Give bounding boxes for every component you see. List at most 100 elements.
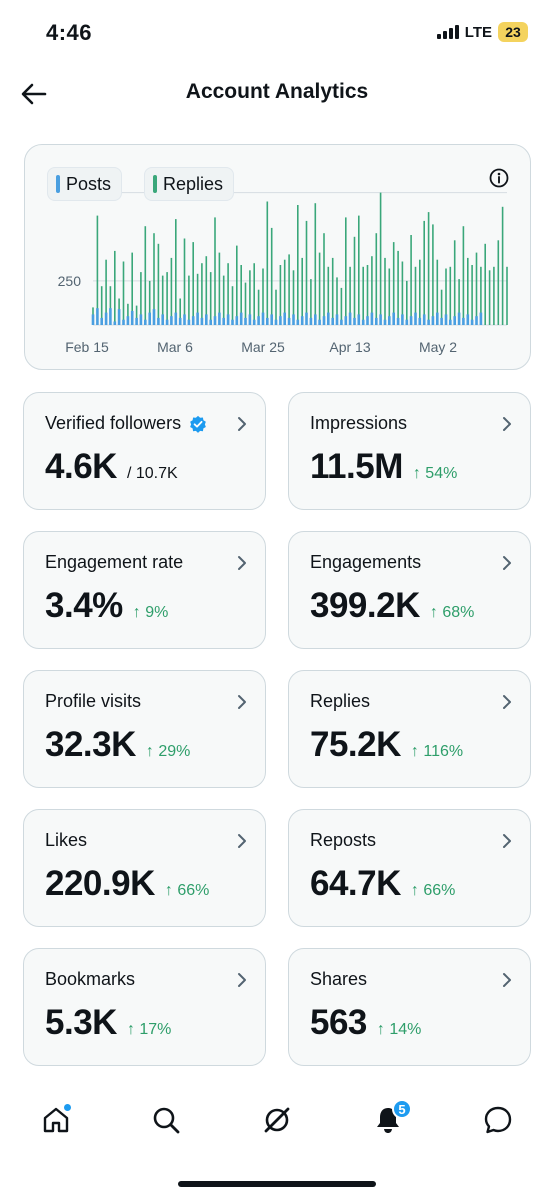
metric-change: ↑ 66% — [410, 882, 456, 899]
posts-bar — [340, 319, 343, 325]
posts-bar — [122, 319, 125, 325]
metric-card-verified-followers[interactable]: Verified followers 4.6K / 10.7K — [23, 392, 266, 510]
posts-bar — [314, 314, 317, 325]
chevron-right-icon — [503, 417, 511, 431]
legend-label-replies: Replies — [163, 173, 224, 194]
x-tick-label: Mar 25 — [241, 339, 285, 355]
legend-replies[interactable]: Replies — [144, 167, 235, 201]
posts-bar — [96, 308, 99, 325]
metric-value: 3.4% — [45, 586, 123, 625]
posts-bar — [444, 314, 448, 325]
x-tick-label: Mar 6 — [157, 339, 193, 355]
posts-bar — [405, 319, 409, 325]
posts-bar — [348, 312, 352, 325]
posts-bar — [383, 319, 387, 325]
metric-label: Engagements — [310, 552, 422, 572]
posts-bar — [427, 319, 430, 325]
posts-bar — [178, 317, 182, 325]
metric-label: Replies — [310, 691, 371, 711]
metric-value: 220.9K — [45, 864, 155, 903]
activity-chart-card: 750250 Posts Replies Feb 15Mar 6Mar 25Ap… — [24, 144, 531, 370]
metric-card-engagements[interactable]: Engagements 399.2K ↑ 68% — [288, 531, 531, 649]
posts-bar — [470, 319, 474, 325]
posts-bar — [396, 317, 400, 325]
posts-bar — [414, 312, 417, 325]
metric-change: ↑ 54% — [412, 465, 458, 482]
info-icon[interactable] — [488, 167, 510, 189]
metric-value: 5.3K — [45, 1003, 117, 1042]
posts-bar — [361, 319, 365, 325]
posts-bar — [279, 316, 282, 325]
chart-legend: Posts Replies — [47, 167, 235, 201]
metric-value-row: 64.7K ↑ 66% — [310, 864, 455, 904]
metric-value-row: 563 ↑ 14% — [310, 1003, 421, 1043]
posts-bar — [100, 317, 103, 325]
posts-bar — [226, 314, 230, 325]
x-tick-label: Apr 13 — [329, 339, 371, 355]
posts-bar — [117, 309, 121, 325]
tab-messages[interactable] — [470, 1090, 526, 1150]
posts-bar — [322, 316, 326, 325]
posts-bar — [401, 314, 404, 325]
metric-card-replies[interactable]: Replies 75.2K ↑ 116% — [288, 670, 531, 788]
posts-bar — [466, 314, 470, 325]
metric-card-profile-visits[interactable]: Profile visits 32.3K ↑ 29% — [23, 670, 266, 788]
status-time: 4:46 — [46, 20, 93, 45]
metric-value: 11.5M — [310, 447, 403, 486]
posts-bar — [135, 317, 138, 325]
metric-value: 75.2K — [310, 725, 401, 764]
tab-notifications[interactable]: 5 — [360, 1090, 416, 1150]
metric-label: Verified followers — [45, 413, 182, 433]
tab-grok[interactable] — [249, 1090, 305, 1150]
metric-label-row: Impressions — [310, 413, 407, 434]
posts-bar — [309, 317, 313, 325]
posts-bar — [174, 312, 178, 325]
metric-change: ↑ 68% — [429, 604, 475, 621]
posts-bar — [222, 317, 225, 325]
battery-icon: 23 — [498, 22, 528, 42]
x-tick-label: May 2 — [418, 339, 458, 355]
posts-bar — [300, 316, 304, 325]
metric-value-row: 4.6K / 10.7K — [45, 447, 178, 487]
metric-label-row: Profile visits — [45, 691, 141, 712]
grok-icon — [264, 1107, 290, 1133]
posts-bar — [170, 316, 173, 325]
posts-bar — [91, 314, 95, 325]
metric-card-impressions[interactable]: Impressions 11.5M ↑ 54% — [288, 392, 531, 510]
legend-swatch-replies — [153, 175, 158, 193]
posts-bar — [139, 314, 143, 325]
metric-card-bookmarks[interactable]: Bookmarks 5.3K ↑ 17% — [23, 948, 266, 1066]
posts-bar — [231, 319, 234, 325]
verified-badge-icon — [190, 415, 206, 433]
tab-home[interactable] — [28, 1090, 84, 1150]
legend-posts[interactable]: Posts — [47, 167, 123, 201]
metric-card-reposts[interactable]: Reposts 64.7K ↑ 66% — [288, 809, 531, 927]
metric-change: ↑ 17% — [126, 1021, 172, 1038]
metric-label-row: Reposts — [310, 830, 376, 851]
chevron-right-icon — [503, 834, 511, 848]
posts-bar — [148, 312, 151, 325]
posts-bar — [165, 319, 169, 325]
metric-card-engagement-rate[interactable]: Engagement rate 3.4% ↑ 9% — [23, 531, 266, 649]
metric-change: ↑ 9% — [132, 604, 169, 621]
messages-icon — [484, 1106, 512, 1134]
posts-bar — [287, 317, 291, 325]
metric-label: Reposts — [310, 830, 377, 850]
metric-card-shares[interactable]: Shares 563 ↑ 14% — [288, 948, 531, 1066]
posts-bar — [213, 316, 217, 325]
metric-value-row: 75.2K ↑ 116% — [310, 725, 463, 765]
posts-bar — [370, 312, 374, 325]
posts-bar — [218, 312, 221, 325]
posts-bar — [449, 319, 452, 325]
posts-bar — [126, 316, 130, 325]
posts-bar — [344, 316, 348, 325]
posts-bar — [440, 317, 443, 325]
metric-value: 563 — [310, 1003, 367, 1042]
posts-bar — [205, 314, 208, 325]
posts-bar — [292, 314, 295, 325]
metric-card-likes[interactable]: Likes 220.9K ↑ 66% — [23, 809, 266, 927]
tab-search[interactable] — [138, 1090, 194, 1150]
posts-bar — [196, 312, 199, 325]
posts-bar — [109, 308, 112, 325]
metric-label: Profile visits — [45, 691, 142, 711]
